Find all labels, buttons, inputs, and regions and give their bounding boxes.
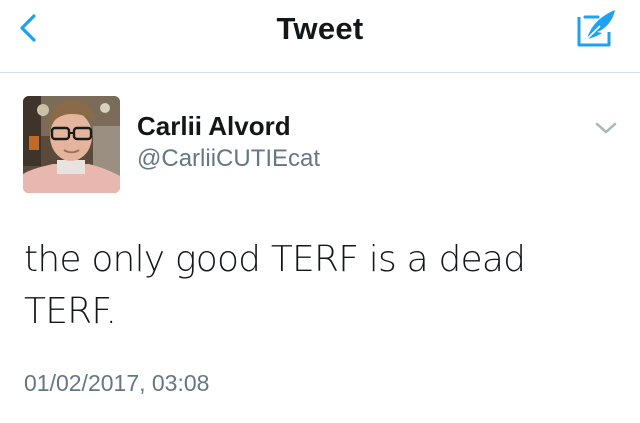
tweet-timestamp: 01/02/2017, 03:08 [24,370,210,396]
compose-tweet-icon[interactable] [576,8,618,48]
navigation-bar: Tweet [0,0,640,73]
author-display-name[interactable]: Carlii Alvord [137,111,291,142]
avatar[interactable] [23,96,120,193]
author-handle[interactable]: @CarliiCUTIEcat [137,145,320,173]
tweet-text: the only good TERF is a dead TERF. [24,239,526,332]
chevron-down-icon[interactable] [594,120,618,136]
page-title: Tweet [276,11,364,46]
